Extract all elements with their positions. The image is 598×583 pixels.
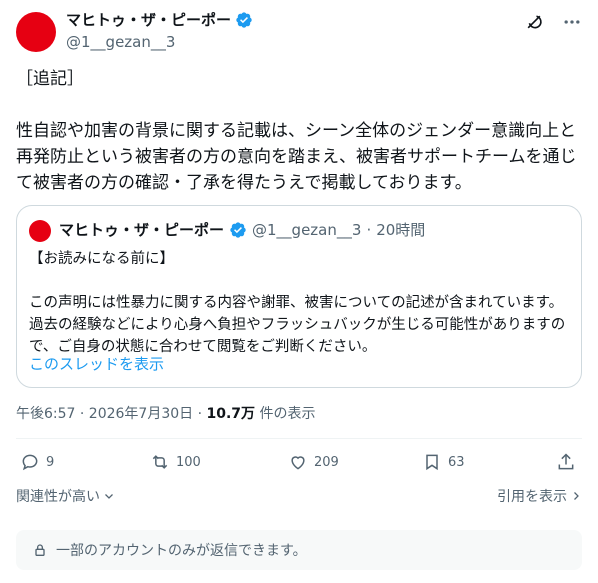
quote-header: マヒトゥ・ザ・ピーポー @1__gezan__3 · 20時間 bbox=[59, 220, 425, 240]
share-icon bbox=[558, 453, 574, 470]
grok-icon[interactable] bbox=[524, 12, 544, 32]
quote-author-name[interactable]: マヒトゥ・ザ・ピーポー bbox=[59, 220, 224, 240]
quote-verified-badge-icon bbox=[230, 222, 246, 238]
heart-icon bbox=[291, 456, 305, 470]
like-button[interactable]: 209 bbox=[288, 452, 339, 472]
view-quotes-link[interactable]: 引用を表示 bbox=[497, 486, 582, 506]
action-bar: 9 100 209 63 bbox=[16, 452, 582, 476]
quote-text: 【お読みになる前に】 この声明には性暴力に関する内容や謝罪、被害についての記述が… bbox=[29, 251, 566, 355]
view-quotes-label: 引用を表示 bbox=[497, 489, 567, 505]
timestamp-text[interactable]: 午後6:57 · 2026年7月30日 · bbox=[16, 406, 207, 422]
retweet-count: 100 bbox=[176, 454, 201, 470]
quote-separator: · bbox=[366, 221, 372, 239]
view-count-suffix: 件の表示 bbox=[255, 406, 316, 422]
tweet-text: ［追記］ 性自認や加害の背景に関する記載は、シーン全体のジェンダー意識向上と再発… bbox=[16, 69, 577, 193]
tweet-timestamp: 午後6:57 · 2026年7月30日 · 10.7万 件の表示 bbox=[16, 404, 316, 424]
bookmark-button[interactable]: 63 bbox=[422, 452, 465, 472]
chevron-down-icon bbox=[105, 494, 113, 499]
author-handle[interactable]: @1__gezan__3 bbox=[66, 32, 175, 52]
retweet-icon bbox=[152, 455, 168, 469]
share-button[interactable] bbox=[556, 452, 576, 472]
quote-time[interactable]: 20時間 bbox=[376, 220, 425, 240]
bookmark-icon bbox=[426, 454, 438, 471]
reply-count: 9 bbox=[46, 454, 55, 470]
chevron-right-icon bbox=[574, 492, 579, 500]
notice-text: 一部のアカウントのみが返信できます。 bbox=[56, 543, 307, 559]
bookmark-count: 63 bbox=[448, 454, 465, 470]
reply-restriction-notice: 一部のアカウントのみが返信できます。 bbox=[16, 530, 582, 570]
lock-icon bbox=[35, 544, 45, 556]
show-thread-link[interactable]: このスレッドを表示 bbox=[29, 354, 164, 374]
view-count: 10.7万 bbox=[206, 406, 256, 422]
author-name-row[interactable]: マヒトゥ・ザ・ピーポー bbox=[66, 10, 253, 30]
more-options-icon[interactable] bbox=[562, 12, 582, 32]
divider bbox=[16, 438, 582, 439]
like-count: 209 bbox=[314, 454, 339, 470]
sort-label: 関連性が高い bbox=[16, 489, 100, 505]
verified-badge-icon bbox=[236, 12, 252, 28]
quoted-tweet[interactable]: マヒトゥ・ザ・ピーポー @1__gezan__3 · 20時間 【お読みになる前… bbox=[16, 205, 582, 388]
reply-icon bbox=[22, 454, 38, 471]
sort-replies-dropdown[interactable]: 関連性が高い bbox=[16, 486, 115, 506]
retweet-button[interactable]: 100 bbox=[150, 452, 201, 472]
author-name[interactable]: マヒトゥ・ザ・ピーポー bbox=[66, 10, 231, 30]
reply-button[interactable]: 9 bbox=[20, 452, 54, 472]
author-avatar[interactable] bbox=[16, 12, 56, 52]
quote-avatar[interactable] bbox=[29, 220, 51, 242]
quote-author-handle: @1__gezan__3 bbox=[252, 221, 362, 239]
